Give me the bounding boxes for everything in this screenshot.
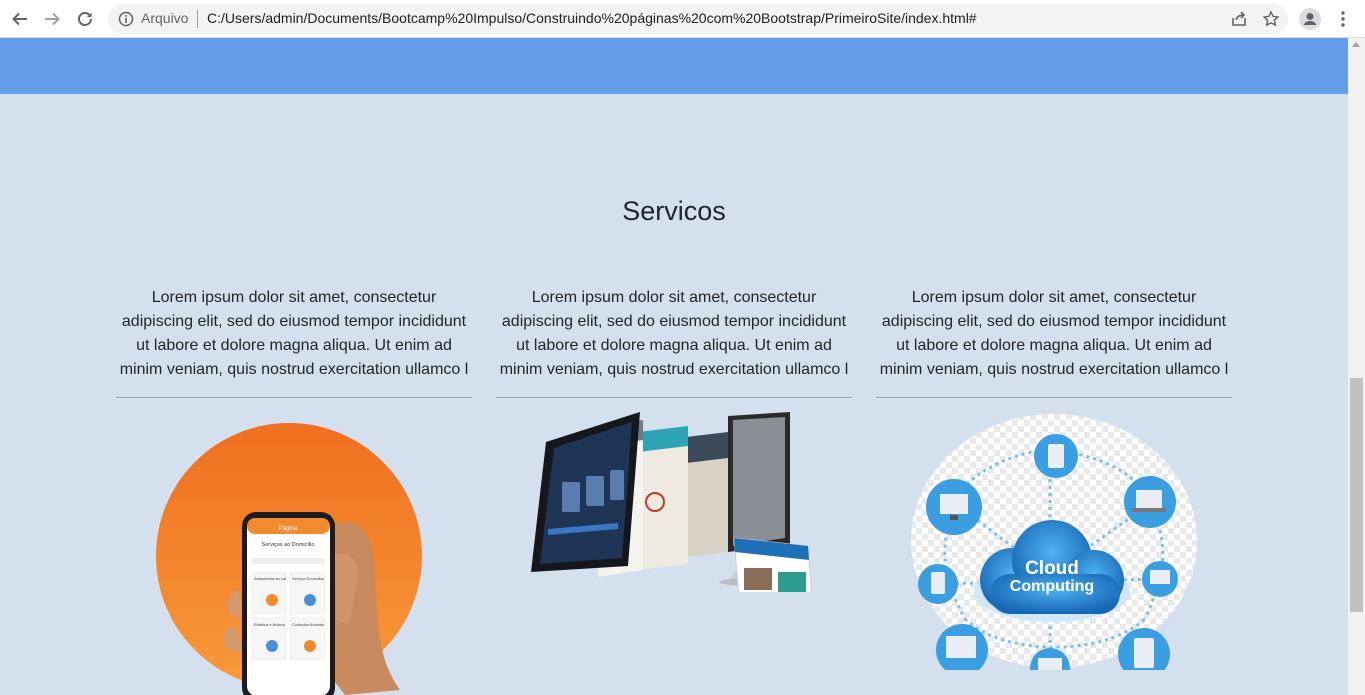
address-divider — [197, 10, 198, 28]
bookmark-button[interactable] — [1260, 8, 1282, 30]
service-card-3: Lorem ipsum dolor sit amet, consectetur … — [876, 286, 1232, 398]
section-title: Servicos — [622, 196, 726, 226]
page-viewport: Servicos Lorem ipsum dolor sit amet, con… — [0, 38, 1348, 695]
web-design-screens-image — [531, 412, 812, 592]
phone-tile: Estética e Beleza — [254, 622, 286, 627]
device-node — [926, 479, 982, 535]
share-icon — [1232, 11, 1246, 26]
star-icon — [1262, 10, 1280, 27]
divider — [876, 397, 1232, 398]
divider — [496, 397, 852, 398]
device-node — [918, 564, 958, 604]
info-icon[interactable] — [118, 11, 134, 27]
back-arrow-icon — [12, 12, 27, 26]
cloud-computing-image: Cloud Computing — [911, 414, 1197, 670]
mobile-app-image: Página Serviços ao Domicílio Assistência… — [156, 423, 422, 695]
scrollbar-thumb[interactable] — [1350, 378, 1363, 612]
phone-tile: Cuidados Animais — [292, 622, 324, 627]
profile-button[interactable] — [1299, 8, 1321, 30]
service-card-2: Lorem ipsum dolor sit amet, consectetur … — [496, 286, 852, 398]
divider — [116, 397, 472, 398]
more-vertical-icon — [1341, 11, 1345, 27]
browser-toolbar: Arquivo C:/Users/admin/Documents/Bootcam… — [0, 0, 1365, 38]
service-card-1: Lorem ipsum dolor sit amet, consectetur … — [116, 286, 472, 398]
header-banner — [0, 38, 1348, 94]
device-node — [1124, 476, 1176, 528]
menu-button[interactable] — [1332, 8, 1354, 30]
phone-heading: Serviços ao Domicílio — [262, 542, 315, 548]
phone-brand: Página — [279, 526, 298, 532]
avatar-icon — [1299, 8, 1321, 30]
device-node — [1034, 434, 1078, 478]
service-text: Lorem ipsum dolor sit amet, consectetur … — [499, 289, 849, 378]
phone-tile: Serviço Domiciliar — [292, 576, 325, 581]
device-node — [1142, 561, 1178, 597]
phone-tile: Assistência ao Lar — [254, 576, 287, 581]
reload-icon — [78, 12, 92, 26]
cloud-label-2: Computing — [1010, 578, 1094, 595]
service-text: Lorem ipsum dolor sit amet, consectetur … — [119, 289, 469, 378]
cloud-label-1: Cloud — [1025, 558, 1079, 579]
service-text: Lorem ipsum dolor sit amet, consectetur … — [879, 289, 1229, 378]
share-button[interactable] — [1228, 8, 1250, 30]
back-button[interactable] — [8, 7, 32, 31]
forward-arrow-icon — [45, 12, 60, 26]
forward-button[interactable] — [40, 7, 64, 31]
security-label: Arquivo — [141, 10, 189, 26]
reload-button[interactable] — [73, 7, 97, 31]
url-text[interactable]: C:/Users/admin/Documents/Bootcamp%20Impu… — [207, 10, 977, 26]
scroll-up-arrow-icon[interactable] — [1352, 42, 1360, 47]
